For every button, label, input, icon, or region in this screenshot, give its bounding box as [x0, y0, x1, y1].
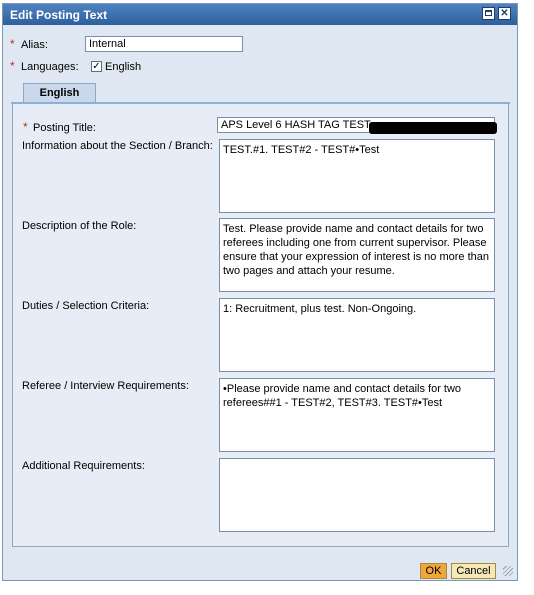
ok-button[interactable]: OK — [420, 563, 447, 579]
maximize-icon[interactable] — [482, 7, 495, 20]
required-marker: * — [10, 37, 15, 51]
redaction-mark — [369, 122, 497, 134]
required-marker: * — [23, 120, 28, 134]
cancel-button[interactable]: Cancel — [451, 563, 496, 579]
alias-label: Alias: — [21, 39, 48, 51]
edit-posting-text-dialog: Edit Posting Text ✕ * Alias: * Languages… — [2, 3, 518, 581]
referee-requirements-label: Referee / Interview Requirements: — [22, 380, 189, 392]
additional-requirements-label: Additional Requirements: — [22, 460, 145, 472]
tab-english[interactable]: English — [23, 83, 96, 103]
role-description-label: Description of the Role: — [22, 220, 137, 232]
role-description-textarea[interactable]: Test. Please provide name and contact de… — [219, 218, 495, 292]
duties-textarea[interactable]: 1: Recruitment, plus test. Non-Ongoing. — [219, 298, 495, 372]
close-icon[interactable]: ✕ — [498, 7, 511, 20]
referee-requirements-textarea[interactable]: •Please provide name and contact details… — [219, 378, 495, 452]
required-marker: * — [10, 59, 15, 73]
section-branch-label: Information about the Section / Branch: — [22, 140, 213, 152]
english-checkbox[interactable]: ✓ — [91, 61, 102, 72]
english-checkbox-label: English — [105, 61, 142, 73]
duties-label: Duties / Selection Criteria: — [22, 300, 150, 312]
dialog-titlebar[interactable]: Edit Posting Text ✕ — [3, 4, 517, 25]
additional-requirements-textarea[interactable] — [219, 458, 495, 532]
resize-grip-icon[interactable] — [503, 566, 513, 576]
languages-label: Languages: — [21, 61, 79, 73]
dialog-title: Edit Posting Text — [10, 8, 108, 22]
alias-input[interactable] — [85, 36, 243, 52]
section-branch-textarea[interactable]: TEST.#1. TEST#2 - TEST#•Test — [219, 139, 495, 213]
posting-title-label: Posting Title: — [33, 122, 96, 134]
